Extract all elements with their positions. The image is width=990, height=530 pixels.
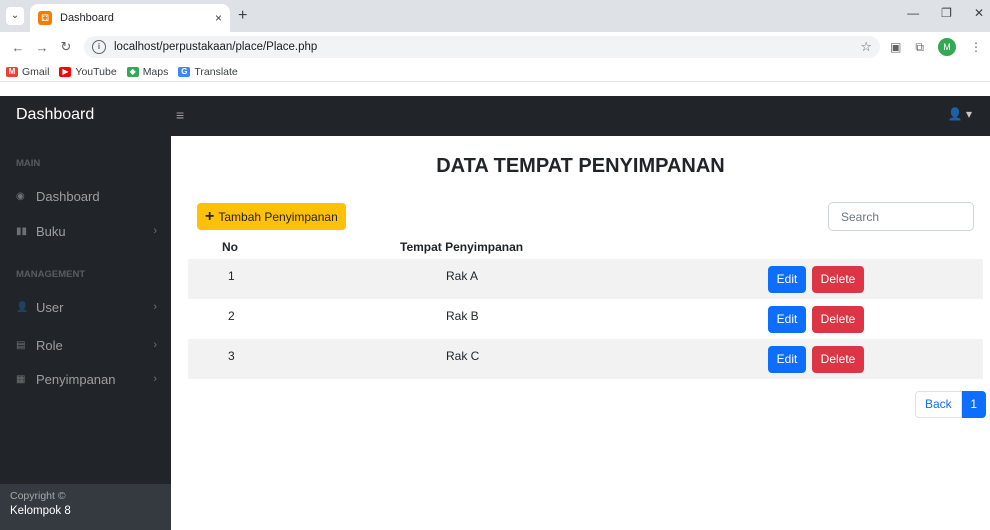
sidebar-item-dashboard[interactable]: ◉ Dashboard (0, 184, 171, 208)
search-input[interactable] (828, 202, 974, 231)
maps-icon: ◆ (126, 66, 139, 77)
close-tab-icon[interactable]: × (215, 11, 222, 25)
cell-no: 1 (228, 269, 235, 283)
toolbar-icons: ▣ ⧉ M ⋮ (890, 38, 982, 56)
edit-button[interactable]: Edit (768, 266, 806, 293)
restore-icon[interactable]: ❐ (941, 6, 952, 20)
url-text[interactable]: localhost/perpustakaan/place/Place.php (114, 41, 860, 53)
sidebar-toggle-icon[interactable]: ≡ (176, 107, 184, 123)
sidebar-item-label: Penyimpanan (36, 371, 116, 387)
sidebar-item-label: User (36, 299, 64, 315)
youtube-icon: ▶ (59, 66, 72, 77)
sidebar-item-role[interactable]: ▤ Role › (0, 333, 171, 357)
table-row: 3 Rak C Edit Delete (188, 339, 983, 379)
brand-title[interactable]: Dashboard (16, 106, 94, 124)
browser-tab[interactable]: ⚃ Dashboard × (30, 4, 230, 32)
translate-icon: G (178, 66, 191, 77)
user-dropdown[interactable]: 👤 ▾ (948, 107, 972, 121)
pagination-page-1[interactable]: 1 (961, 391, 986, 418)
cell-storage-name: Rak A (446, 269, 479, 283)
column-header-no: No (222, 240, 238, 254)
tab-title: Dashboard (60, 12, 114, 24)
cell-storage-name: Rak C (446, 349, 480, 363)
sidebar-heading-management: MANAGEMENT (16, 269, 86, 280)
sidebar-footer: Copyright © Kelompok 8 (0, 484, 171, 530)
team-name: Kelompok 8 (10, 505, 71, 517)
site-info-icon[interactable]: i (92, 40, 106, 54)
forward-arrow-icon[interactable]: → (32, 40, 52, 55)
bookmark-label: YouTube (75, 65, 117, 78)
sidebar: MAIN ◉ Dashboard ▮▮ Buku › MANAGEMENT 👤 … (0, 136, 171, 530)
id-card-icon: ▤ (16, 339, 26, 351)
user-icon: 👤 (16, 301, 29, 313)
add-storage-button[interactable]: + Tambah Penyimpanan (197, 203, 346, 230)
sidebar-heading-main: MAIN (16, 158, 41, 169)
minimize-icon[interactable]: — (907, 6, 919, 20)
bookmark-label: Maps (142, 65, 169, 78)
chevron-right-icon: › (153, 225, 157, 237)
bookmark-translate[interactable]: G Translate (178, 65, 238, 78)
new-tab-button[interactable]: + (238, 7, 247, 25)
bookmark-maps[interactable]: ◆ Maps (126, 65, 169, 78)
window-controls: — ❐ ✕ (907, 6, 984, 20)
gmail-icon: M (6, 66, 18, 77)
delete-button[interactable]: Delete (812, 306, 864, 333)
storage-icon: ▦ (16, 373, 26, 385)
chevron-right-icon: › (153, 373, 157, 385)
browser-tabbar: ⌄ ⚃ Dashboard × + — ❐ ✕ (0, 0, 990, 32)
reload-icon[interactable]: ↻ (56, 39, 76, 55)
table-row: 2 Rak B Edit Delete (188, 299, 983, 339)
sidebar-item-buku[interactable]: ▮▮ Buku › (0, 219, 171, 243)
app-topnav: Dashboard ≡ 👤 ▾ (0, 96, 990, 136)
delete-button[interactable]: Delete (812, 346, 864, 373)
omnibox[interactable]: i localhost/perpustakaan/place/Place.php… (84, 36, 881, 58)
bookmark-label: Translate (194, 65, 238, 78)
page-title: DATA TEMPAT PENYIMPANAN (436, 155, 725, 177)
chevron-right-icon: › (153, 301, 157, 313)
bookmark-gmail[interactable]: M Gmail (6, 66, 49, 78)
extensions-icon[interactable]: ⧉ (915, 40, 924, 55)
cell-no: 2 (228, 309, 235, 323)
dashboard-icon: ◉ (16, 190, 25, 202)
sidebar-item-label: Role (36, 337, 63, 353)
sidebar-item-label: Buku (36, 223, 66, 239)
delete-button[interactable]: Delete (812, 266, 864, 293)
pagination: Back 1 (915, 391, 986, 418)
sidebar-item-user[interactable]: 👤 User › (0, 295, 171, 319)
profile-avatar[interactable]: M (938, 38, 956, 56)
cell-storage-name: Rak B (446, 309, 479, 323)
add-storage-label: Tambah Penyimpanan (218, 209, 338, 224)
sidebar-item-label: Dashboard (36, 188, 100, 204)
address-bar: ← → ↻ i localhost/perpustakaan/place/Pla… (0, 32, 990, 62)
book-icon: ▮▮ (16, 225, 28, 237)
translate-extension-icon[interactable]: ▣ (890, 40, 901, 54)
pagination-back-button[interactable]: Back (915, 391, 962, 418)
edit-button[interactable]: Edit (768, 346, 806, 373)
back-arrow-icon[interactable]: ← (8, 40, 28, 55)
copyright-text: Copyright © (10, 490, 66, 502)
main-content: DATA TEMPAT PENYIMPANAN + Tambah Penyimp… (171, 136, 990, 530)
column-header-storage: Tempat Penyimpanan (400, 240, 524, 254)
bookmark-star-icon[interactable]: ☆ (860, 39, 872, 55)
plus-icon: + (205, 207, 215, 225)
bookmarks-bar: M Gmail ▶ YouTube ◆ Maps G Translate (0, 62, 990, 82)
sidebar-item-penyimpanan[interactable]: ▦ Penyimpanan › (0, 367, 171, 391)
tab-search-icon[interactable]: ⌄ (6, 7, 24, 25)
close-window-icon[interactable]: ✕ (974, 6, 984, 20)
bookmark-label: Gmail (22, 65, 50, 78)
more-menu-icon[interactable]: ⋮ (970, 40, 982, 54)
favicon-icon: ⚃ (38, 11, 52, 25)
table-row: 1 Rak A Edit Delete (188, 259, 983, 299)
cell-no: 3 (228, 349, 235, 363)
bookmark-youtube[interactable]: ▶ YouTube (59, 65, 117, 78)
edit-button[interactable]: Edit (768, 306, 806, 333)
chevron-right-icon: › (153, 339, 157, 351)
